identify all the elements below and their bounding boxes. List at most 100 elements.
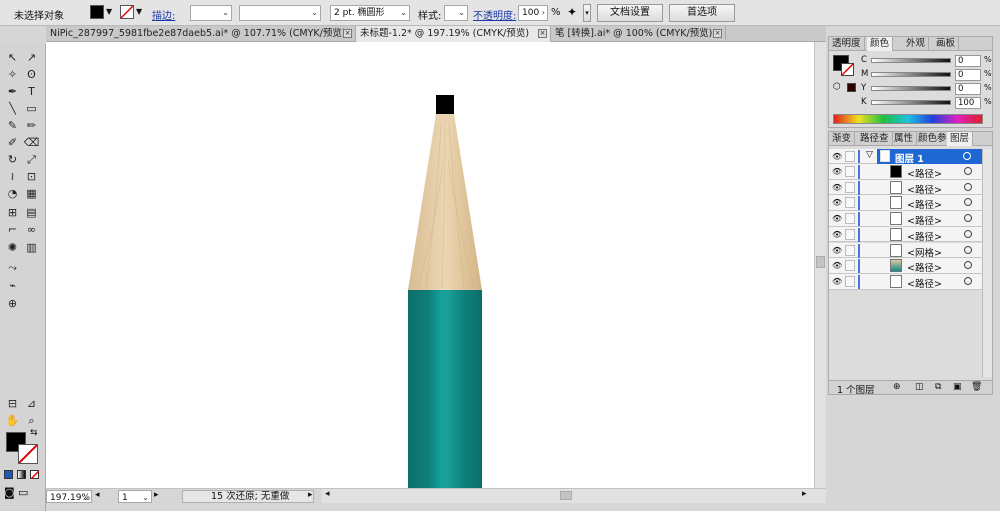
screen-mode-icon[interactable]: ▭ (18, 486, 28, 499)
lasso-tool-icon[interactable]: ʘ (23, 67, 40, 83)
eraser-tool-icon[interactable]: ⌫ (23, 135, 40, 151)
clipping-mask-icon[interactable]: ◫ (915, 382, 924, 392)
warp-tool-icon[interactable]: ≀ (4, 169, 21, 185)
symbol-sprayer-tool-icon[interactable]: ✺ (4, 240, 21, 256)
fill-dropdown-icon[interactable]: ▼ (106, 7, 112, 16)
visibility-eye-icon[interactable]: 👁 (832, 198, 842, 207)
target-circle-icon[interactable] (964, 276, 972, 285)
visibility-eye-icon[interactable]: 👁 (832, 152, 842, 161)
tab-appearance[interactable]: 外观 (903, 37, 930, 51)
visibility-eye-icon[interactable]: 👁 (832, 183, 842, 192)
layer-item-row[interactable]: 👁 <路径> (829, 164, 983, 180)
visibility-eye-icon[interactable]: 👁 (832, 246, 842, 255)
close-icon[interactable]: × (538, 29, 547, 38)
previous-artboard-icon[interactable]: ◂ (95, 490, 100, 500)
lock-toggle[interactable] (845, 197, 855, 209)
symbol-tool-icon[interactable]: ⌁ (4, 278, 21, 294)
layer-item-row[interactable]: 👁 <路径> (829, 195, 983, 211)
layer-item-row[interactable]: 👁 <网格> (829, 242, 983, 259)
target-circle-icon[interactable] (963, 152, 971, 160)
document-setup-button[interactable]: 文档设置 (597, 4, 663, 22)
zoom-field[interactable]: 197.19% ⌄ (46, 490, 92, 503)
vertical-scrollbar[interactable] (814, 42, 826, 488)
stroke-dropdown-icon[interactable]: ▼ (136, 7, 142, 16)
swap-colors-icon[interactable]: ⇆ (30, 428, 38, 438)
mesh-tool-icon[interactable]: ⊞ (4, 205, 21, 221)
target-circle-icon[interactable] (964, 167, 972, 175)
lock-toggle[interactable] (845, 166, 855, 177)
blend-tool-icon[interactable]: ∞ (23, 222, 40, 238)
none-mode-icon[interactable] (30, 470, 39, 479)
visibility-eye-icon[interactable]: 👁 (832, 230, 842, 239)
channel-value-field[interactable]: 0 (955, 55, 981, 67)
blob-brush-tool-icon[interactable]: ✐ (4, 135, 21, 151)
artboard-tool-icon[interactable]: ⊟ (4, 396, 21, 412)
rectangle-tool-icon[interactable]: ▭ (23, 101, 40, 117)
magic-wand-tool-icon[interactable]: ✧ (4, 67, 21, 83)
visibility-eye-icon[interactable]: 👁 (832, 277, 842, 286)
lock-toggle[interactable] (845, 213, 855, 225)
scale-tool-icon[interactable]: ⤢ (23, 152, 40, 168)
stroke-color-box[interactable] (18, 444, 38, 464)
direct-selection-tool-icon[interactable]: ↗ (23, 50, 40, 66)
channel-value-field[interactable]: 0 (955, 69, 981, 81)
target-circle-icon[interactable] (964, 214, 972, 223)
channel-slider[interactable] (871, 58, 951, 63)
tab-gradient[interactable]: 渐变 (829, 132, 856, 146)
layer-item-row[interactable]: 👁 <路径> (829, 179, 983, 196)
style-dropdown[interactable]: ⌄ (444, 5, 468, 21)
layer-item-row[interactable]: 👁 <路径> (829, 226, 983, 243)
delete-layer-icon[interactable]: 🗑 (971, 382, 982, 392)
gradient-mode-icon[interactable] (17, 470, 26, 479)
live-paint-icon[interactable]: ⊕ (4, 296, 21, 312)
type-tool-icon[interactable]: T (23, 84, 40, 100)
slice-tool-icon[interactable]: ⊿ (23, 396, 40, 412)
tab-attributes[interactable]: 属性 (891, 132, 918, 146)
gradient-tool-icon[interactable]: ▤ (23, 205, 40, 221)
recolor-artwork-icon[interactable]: ✦ (567, 5, 577, 19)
tab-pathfinder[interactable]: 路径查 (857, 132, 893, 146)
recolor-dropdown-icon[interactable]: ▾ (583, 4, 591, 22)
shape-builder-tool-icon[interactable]: ◔ (4, 186, 21, 202)
line-tool-icon[interactable]: ╲ (4, 101, 21, 117)
lock-toggle[interactable] (845, 275, 855, 287)
channel-value-field[interactable]: 0 (955, 83, 981, 95)
lock-toggle[interactable] (845, 244, 855, 256)
lock-toggle[interactable] (845, 151, 855, 162)
layer-item-row[interactable]: 👁 <路径> (829, 273, 983, 290)
out-of-gamut-icon[interactable]: ⬡ (833, 82, 841, 92)
visibility-eye-icon[interactable]: 👁 (832, 261, 842, 270)
expand-triangle-icon[interactable]: ▽ (866, 150, 873, 160)
tab-transparency[interactable]: 透明度 (829, 37, 865, 51)
gamut-swatch[interactable] (847, 83, 856, 92)
horizontal-scroll-thumb[interactable] (560, 491, 572, 500)
tab-document-2[interactable]: 未标题-1.2* @ 197.19% (CMYK/预览) × (356, 26, 551, 42)
tab-document-1[interactable]: NiPic_287997_5981fbe2e87daeb5.ai* @ 107.… (46, 26, 356, 42)
stroke-link[interactable]: 描边: (152, 7, 175, 22)
tab-color-guide[interactable]: 颜色参 (915, 132, 951, 146)
channel-slider[interactable] (871, 72, 951, 77)
pen-tool-icon[interactable]: ✒ (4, 84, 21, 100)
tab-layers[interactable]: 图层 (947, 132, 974, 146)
layers-scrollbar[interactable] (982, 149, 992, 377)
close-icon[interactable]: × (713, 29, 722, 38)
new-sublayer-icon[interactable]: ⧉ (935, 382, 941, 392)
lock-toggle[interactable] (845, 228, 855, 240)
fill-swatch[interactable] (90, 5, 104, 19)
selection-tool-icon[interactable]: ↖ (4, 50, 21, 66)
scroll-left-icon[interactable]: ◂ (325, 489, 330, 499)
hand-tool-icon[interactable]: ✋ (4, 413, 21, 429)
stroke-weight-field[interactable]: ⌄ (190, 5, 232, 21)
scroll-right-icon[interactable]: ▸ (802, 489, 807, 499)
new-layer-icon[interactable]: ▣ (953, 382, 962, 392)
zoom-tool-icon[interactable]: ⌕ (23, 413, 40, 429)
draw-normal-icon[interactable]: ◙ (4, 486, 15, 499)
vertical-scroll-thumb[interactable] (816, 256, 825, 268)
perspective-grid-tool-icon[interactable]: ▦ (23, 186, 40, 202)
layer-row-main[interactable]: 👁 ▽ 图层 1 (829, 149, 983, 165)
close-icon[interactable]: × (343, 29, 352, 38)
layer-item-row[interactable]: 👁 <路径> (829, 211, 983, 227)
channel-slider[interactable] (871, 100, 951, 105)
status-menu-icon[interactable]: ▸ (308, 490, 313, 500)
color-spectrum[interactable] (833, 114, 983, 124)
